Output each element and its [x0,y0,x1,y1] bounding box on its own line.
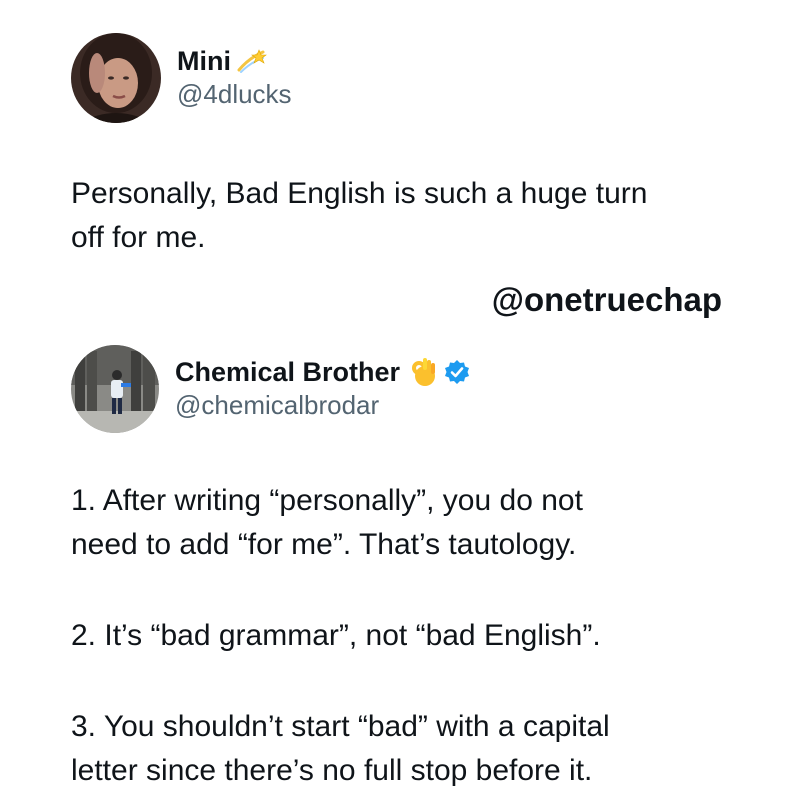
text-line: off for me. [71,221,206,254]
watermark: @onetruechap [491,281,722,318]
verified-badge-icon [444,359,470,385]
avatar[interactable] [71,345,159,433]
original-post-header: Mini @4dlucks [71,33,292,123]
reply-point-3: 3. You shouldn’t start “bad” with a capi… [71,705,771,793]
author-meta: Chemical Brother @chemicalbrodar [175,356,470,422]
shooting-star-icon [237,48,267,74]
handle[interactable]: @4dlucks [177,77,292,111]
ok-hand-icon [410,357,438,387]
reply-post-header: Chemical Brother @chemicalbrodar [71,345,470,433]
name-row: Mini [177,45,292,77]
display-name[interactable]: Chemical Brother [175,356,400,388]
text-line: need to add “for me”. That’s tautology. [71,528,577,561]
text-line: 3. You shouldn’t start “bad” with a capi… [71,710,610,743]
avatar[interactable] [71,33,161,123]
text-line: letter since there’s no full stop before… [71,754,593,787]
text-line: Personally, Bad English is such a huge t… [71,177,648,210]
author-meta: Mini @4dlucks [177,45,292,111]
original-post-text: Personally, Bad English is such a huge t… [71,172,647,260]
display-name[interactable]: Mini [177,45,231,77]
avatar-photo [71,345,159,433]
handle[interactable]: @chemicalbrodar [175,388,470,422]
name-row: Chemical Brother [175,356,470,388]
reply-point-2: 2. It’s “bad grammar”, not “bad English”… [71,614,771,658]
reply-point-1: 1. After writing “personally”, you do no… [71,479,771,567]
text-line: 2. It’s “bad grammar”, not “bad English”… [71,619,601,652]
text-line: 1. After writing “personally”, you do no… [71,484,583,517]
avatar-photo [71,33,161,123]
